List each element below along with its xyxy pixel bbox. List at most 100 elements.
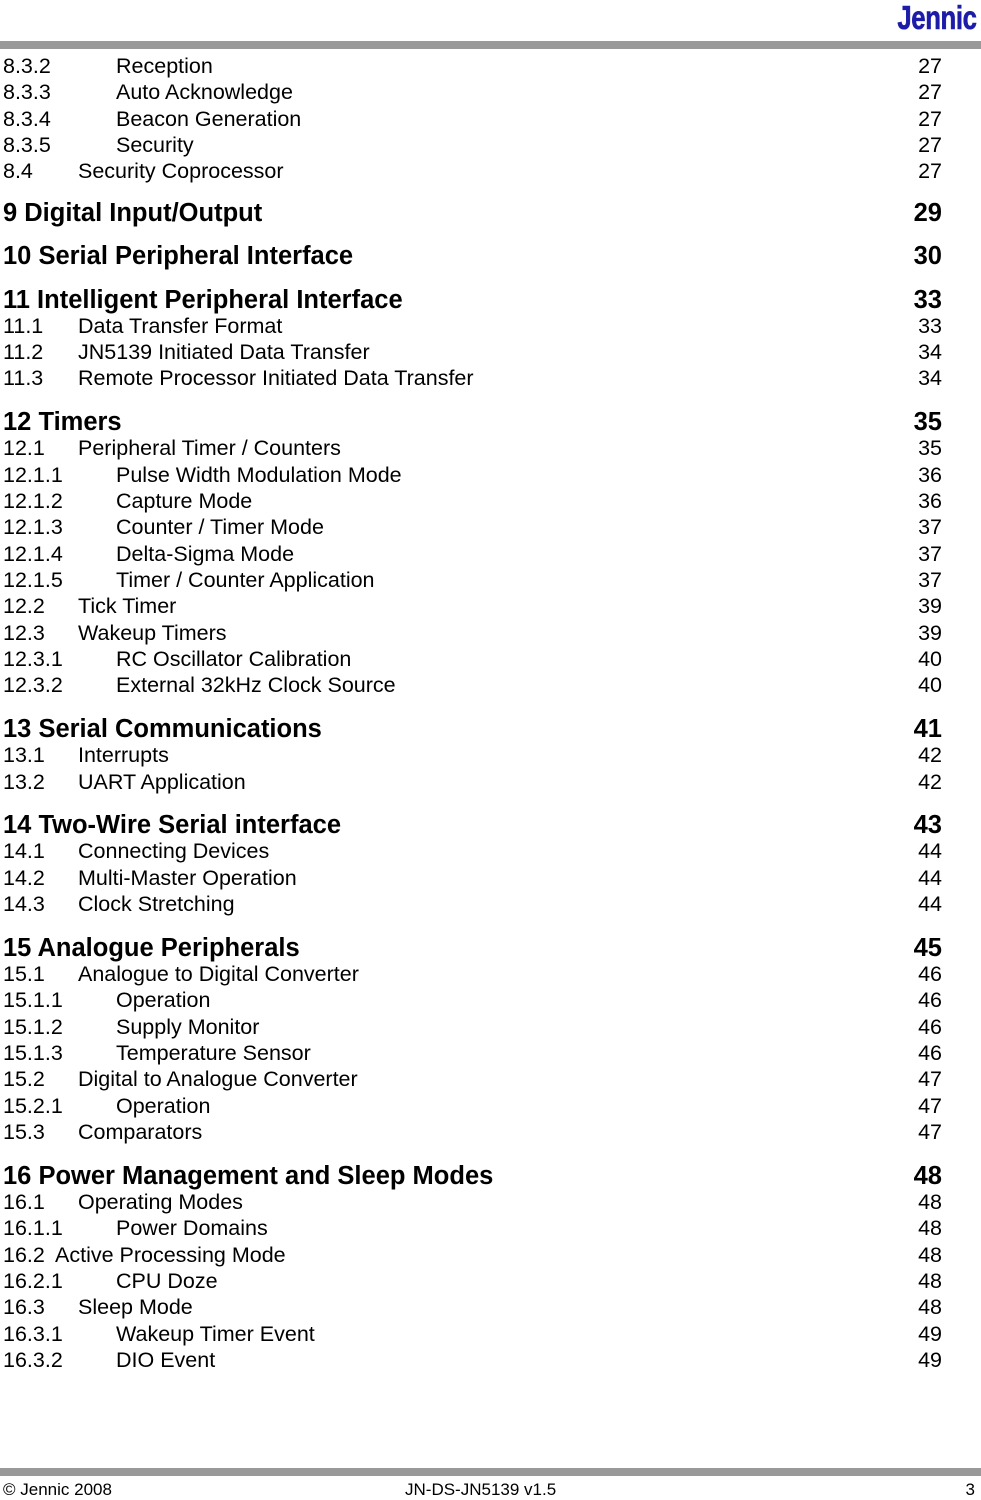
- toc-entry-title: DIO Event: [116, 1347, 216, 1372]
- toc-entry-title: Operation: [116, 1093, 211, 1118]
- toc-entry-number: 15.1: [3, 961, 45, 986]
- toc-entry-page: 48: [918, 1268, 942, 1293]
- toc-entry-number: 11.1: [3, 313, 44, 338]
- toc-entry-number: 11.2: [3, 340, 44, 365]
- toc-entry-number: 8.4: [3, 159, 33, 184]
- toc-entry-page: 39: [918, 594, 942, 619]
- toc-entry-title: Interrupts: [78, 743, 169, 768]
- toc-entry[interactable]: 15.1.3 Temperature Sensor 46: [0, 1040, 945, 1066]
- toc-entry[interactable]: 11.2 JN5139 Initiated Data Transfer 34: [0, 339, 945, 365]
- toc-entry[interactable]: 15.3 Comparators 47: [0, 1119, 945, 1145]
- toc-entry-page: 27: [918, 159, 942, 184]
- toc-entry-title: Analogue to Digital Converter: [78, 961, 359, 986]
- toc-entry-title: CPU Doze: [116, 1268, 218, 1293]
- toc-entry[interactable]: 13.1 Interrupts 42: [0, 742, 945, 768]
- toc-entry-page: 46: [918, 988, 942, 1013]
- toc-entry-title: Comparators: [78, 1119, 203, 1144]
- toc-entry-page: 37: [918, 567, 942, 592]
- toc-entry[interactable]: 8.3.4 Beacon Generation 27: [0, 106, 945, 132]
- toc-entry[interactable]: 8.3.3 Auto Acknowledge 27: [0, 79, 945, 105]
- toc-entry-page: 39: [918, 620, 942, 645]
- toc-entry[interactable]: 16.1.1 Power Domains 48: [0, 1215, 945, 1241]
- toc-entry-title: Remote Processor Initiated Data Transfer: [78, 366, 474, 391]
- toc-entry-title: Reception: [116, 54, 213, 78]
- table-of-contents: 8.3.2 Reception 27 8.3.3 Auto Acknowledge 27 8…: [0, 53, 945, 1373]
- toc-entry-title: 16 Power Management and Sleep Modes: [3, 1161, 494, 1190]
- toc-entry[interactable]: 8.3.2 Reception 27: [0, 53, 945, 79]
- toc-entry[interactable]: 12.3 Wakeup Timers 39: [0, 620, 945, 646]
- toc-entry[interactable]: 16.3 Sleep Mode 48: [0, 1294, 945, 1320]
- toc-entry-page: 30: [913, 242, 942, 271]
- toc-entry-title: 12 Timers: [3, 408, 122, 437]
- toc-entry-page: 48: [918, 1242, 942, 1267]
- toc-entry[interactable]: 15.1.1 Operation 46: [0, 987, 945, 1013]
- toc-chapter-entry[interactable]: 11 Intelligent Peripheral Interface 33: [0, 287, 945, 313]
- toc-chapter-entry[interactable]: 16 Power Management and Sleep Modes 48: [0, 1163, 945, 1189]
- toc-entry-title: Active Processing Mode: [55, 1242, 286, 1267]
- jennic-logo: Jennic: [897, 0, 978, 36]
- toc-entry[interactable]: 14.1 Connecting Devices 44: [0, 838, 945, 864]
- toc-chapter-entry[interactable]: 10 Serial Peripheral Interface 30: [0, 243, 945, 269]
- toc-entry-title: Counter / Timer Mode: [116, 515, 324, 540]
- toc-entry-page: 47: [918, 1067, 942, 1092]
- toc-entry[interactable]: 8.4 Security Coprocessor 27: [0, 158, 945, 184]
- toc-entry-title: Connecting Devices: [78, 839, 270, 864]
- toc-entry[interactable]: 15.1 Analogue to Digital Converter 46: [0, 961, 945, 987]
- toc-entry[interactable]: 13.2 UART Application 42: [0, 769, 945, 795]
- toc-entry-title: 11 Intelligent Peripheral Interface: [3, 285, 403, 314]
- toc-entry-number: 16.1: [3, 1189, 45, 1214]
- toc-entry[interactable]: 15.1.2 Supply Monitor 46: [0, 1014, 945, 1040]
- footer-doc-id: JN-DS-JN5139 v1.5: [405, 1480, 557, 1499]
- toc-entry[interactable]: 14.3 Clock Stretching 44: [0, 891, 945, 917]
- toc-entry[interactable]: 12.1.4 Delta-Sigma Mode 37: [0, 541, 945, 567]
- toc-entry-title: Operating Modes: [78, 1189, 243, 1214]
- toc-entry[interactable]: 16.1 Operating Modes 48: [0, 1189, 945, 1215]
- toc-entry-number: 13.1: [3, 743, 45, 768]
- toc-entry-number: 15.1.2: [3, 1014, 63, 1039]
- toc-entry[interactable]: 15.2.1 Operation 47: [0, 1093, 945, 1119]
- toc-entry-page: 34: [918, 366, 942, 391]
- toc-entry-number: 16.3.2: [3, 1347, 63, 1372]
- toc-entry-title: Wakeup Timer Event: [116, 1321, 315, 1346]
- toc-entry[interactable]: 11.1 Data Transfer Format 33: [0, 313, 945, 339]
- toc-entry-title: Delta-Sigma Mode: [116, 541, 295, 566]
- toc-entry[interactable]: 15.2 Digital to Analogue Converter 47: [0, 1066, 945, 1092]
- toc-entry[interactable]: 16.2.1 CPU Doze 48: [0, 1268, 945, 1294]
- toc-entry-title: External 32kHz Clock Source: [116, 673, 396, 698]
- toc-entry[interactable]: 12.3.2 External 32kHz Clock Source 40: [0, 672, 945, 698]
- toc-entry[interactable]: 12.1.1 Pulse Width Modulation Mode 36: [0, 462, 945, 488]
- toc-entry[interactable]: 12.2 Tick Timer 39: [0, 593, 945, 619]
- toc-entry[interactable]: 16.2 Active Processing Mode 48: [0, 1242, 945, 1268]
- toc-entry[interactable]: 16.3.2 DIO Event 49: [0, 1347, 945, 1373]
- toc-entry[interactable]: 12.1 Peripheral Timer / Counters 35: [0, 435, 945, 461]
- toc-entry[interactable]: 12.3.1 RC Oscillator Calibration 40: [0, 646, 945, 672]
- toc-entry[interactable]: 16.3.1 Wakeup Timer Event 49: [0, 1321, 945, 1347]
- toc-chapter-entry[interactable]: 13 Serial Communications 41: [0, 716, 945, 742]
- toc-entry-title: Multi-Master Operation: [78, 865, 297, 890]
- toc-entry-number: 14.3: [3, 892, 45, 917]
- toc-entry[interactable]: 8.3.5 Security 27: [0, 132, 945, 158]
- toc-entry[interactable]: 12.1.5 Timer / Counter Application 37: [0, 567, 945, 593]
- toc-entry-page: 46: [918, 961, 942, 986]
- toc-chapter-entry[interactable]: 9 Digital Input/Output 29: [0, 200, 945, 226]
- toc-entry-number: 12.1: [3, 436, 45, 461]
- toc-entry-title: Pulse Width Modulation Mode: [116, 462, 402, 487]
- toc-chapter-entry[interactable]: 15 Analogue Peripherals 45: [0, 935, 945, 961]
- toc-entry-page: 40: [918, 647, 942, 671]
- toc-chapter-entry[interactable]: 14 Two-Wire Serial interface 43: [0, 812, 945, 838]
- toc-entry[interactable]: 14.2 Multi-Master Operation 44: [0, 865, 945, 891]
- toc-chapter-entry[interactable]: 12 Timers 35: [0, 409, 945, 435]
- toc-entry[interactable]: 11.3 Remote Processor Initiated Data Tran…: [0, 365, 945, 391]
- toc-entry[interactable]: 12.1.2 Capture Mode 36: [0, 488, 945, 514]
- footer-page-number: 3: [965, 1480, 975, 1499]
- toc-entry-title: 13 Serial Communications: [3, 715, 322, 744]
- toc-entry-number: 12.1.5: [3, 567, 63, 592]
- toc-entry[interactable]: 12.1.3 Counter / Timer Mode 37: [0, 514, 945, 540]
- toc-entry-title: Security: [116, 133, 194, 158]
- toc-entry-number: 15.2: [3, 1067, 45, 1092]
- toc-entry-title: Data Transfer Format: [78, 313, 283, 338]
- toc-entry-title: Operation: [116, 988, 211, 1013]
- toc-entry-page: 36: [918, 488, 942, 513]
- toc-entry-title: 10 Serial Peripheral Interface: [3, 242, 354, 271]
- toc-entry-page: 45: [913, 933, 942, 962]
